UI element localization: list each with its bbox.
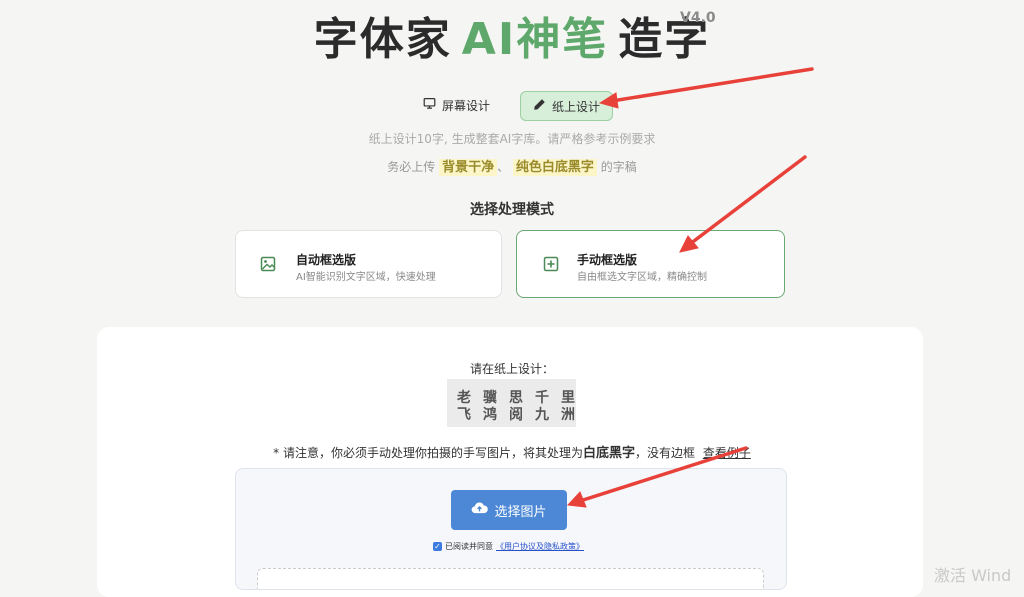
app-title: 字体家 AI神笔 造字 xyxy=(0,10,1024,70)
choose-image-button[interactable]: 选择图片 xyxy=(451,490,567,530)
preview-box xyxy=(257,568,764,589)
notice-suffix: ，没有边框 xyxy=(634,446,695,460)
mode-section-title: 选择处理模式 xyxy=(470,202,554,218)
sample-char: 飞 xyxy=(457,407,471,423)
mode-manual-name: 手动框选版 xyxy=(577,253,638,267)
plus-square-icon xyxy=(543,256,559,272)
mode-auto-card[interactable]: 自动框选版 AI智能识别文字区域，快速处理 xyxy=(235,230,502,298)
subtitle-suffix: 的字稿 xyxy=(600,160,637,174)
highlight-clean-bg: 背景干净 xyxy=(439,159,498,176)
view-example-link[interactable]: 查看例子 xyxy=(703,446,751,460)
choose-image-label: 选择图片 xyxy=(494,504,547,520)
mode-manual-desc: 自由框选文字区域，精确控制 xyxy=(577,272,707,283)
tab-screen-design[interactable]: 屏幕设计 xyxy=(411,91,502,119)
tab-screen-design-label: 屏幕设计 xyxy=(441,98,490,113)
notice-text: * 请注意，你必须手动处理你拍摄的手写图片，将其处理为白底黑字，没有边框 查看例… xyxy=(0,442,1024,461)
design-tabs: 屏幕设计 纸上设计 xyxy=(0,91,1024,121)
tab-paper-design-label: 纸上设计 xyxy=(552,99,601,114)
sample-char: 鸿 xyxy=(483,407,497,423)
agree-checkbox[interactable]: ✓ xyxy=(433,542,442,551)
subtitle-prefix: 务必上传 xyxy=(387,160,436,174)
image-icon xyxy=(260,256,276,272)
mode-auto-name: 自动框选版 xyxy=(296,253,357,267)
pencil-icon xyxy=(533,98,546,114)
notice-prefix: * 请注意，你必须手动处理你拍摄的手写图片，将其处理为 xyxy=(273,446,583,460)
title-ai: AI神笔 xyxy=(461,14,609,65)
monitor-icon xyxy=(423,97,436,113)
subtitle-sep: 、 xyxy=(497,160,510,174)
agreement-link[interactable]: 《用户协议及隐私政策》 xyxy=(496,541,584,552)
notice-bold: 白底黑字 xyxy=(582,446,635,461)
version-badge: V4.0 xyxy=(680,10,716,26)
title-part1: 字体家 xyxy=(313,14,452,65)
highlight-white-black: 纯色白底黑字 xyxy=(512,159,597,176)
tab-paper-design[interactable]: 纸上设计 xyxy=(520,91,614,121)
agreement-row: ✓ 已阅读并同意 《用户协议及隐私政策》 xyxy=(433,541,584,552)
sample-char: 阅 xyxy=(509,407,523,423)
subtitle-line2: 务必上传 背景干净、 纯色白底黑字 的字稿 xyxy=(0,156,1024,176)
subtitle-line1: 纸上设计10字, 生成整套AI字库。请严格参考示例要求 xyxy=(368,132,656,146)
design-prompt: 请在纸上设计： xyxy=(469,362,554,376)
windows-activation-watermark: 激活 Wind xyxy=(934,566,1012,585)
mode-auto-desc: AI智能识别文字区域，快速处理 xyxy=(296,272,436,283)
sample-char: 九 xyxy=(535,407,549,423)
mode-manual-card[interactable]: 手动框选版 自由框选文字区域，精确控制 xyxy=(516,230,785,298)
sample-char: 洲 xyxy=(561,407,575,423)
agree-text: 已阅读并同意 xyxy=(445,542,493,551)
cloud-upload-icon xyxy=(471,501,489,519)
